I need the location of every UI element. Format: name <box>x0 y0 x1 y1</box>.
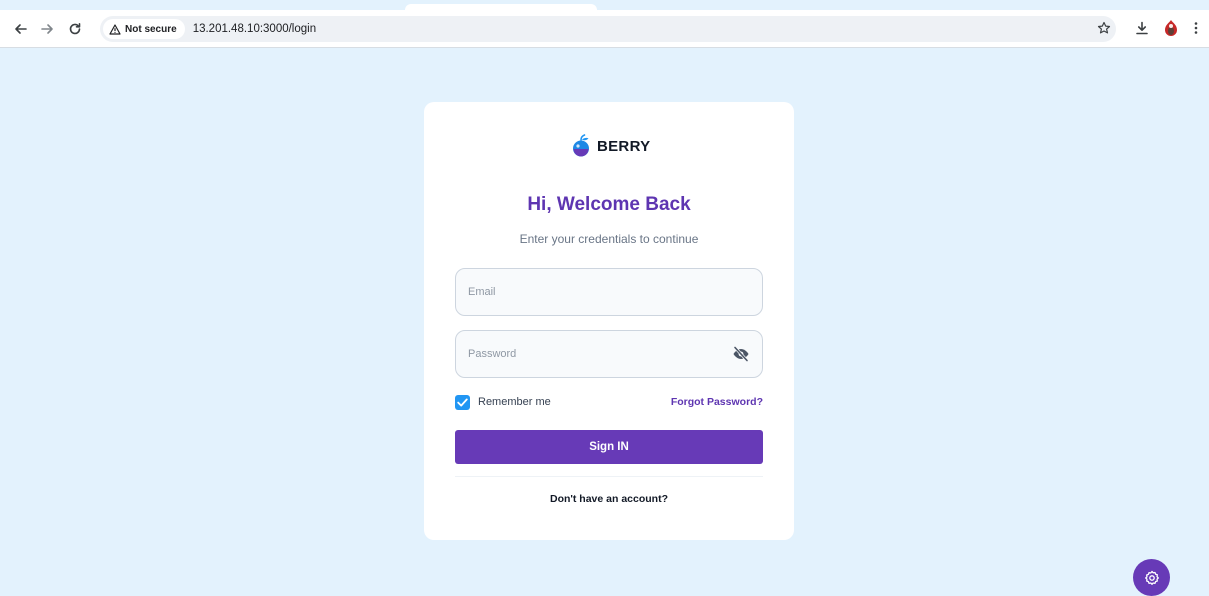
back-arrow-icon[interactable] <box>10 18 32 40</box>
check-icon <box>457 398 468 406</box>
address-bar[interactable]: Not secure 13.201.48.10:3000/login <box>100 16 1116 42</box>
star-icon[interactable] <box>1097 21 1111 38</box>
welcome-title: Hi, Welcome Back <box>527 194 691 215</box>
berry-logo-icon <box>573 134 589 157</box>
download-icon[interactable] <box>1135 21 1149 38</box>
email-input[interactable] <box>468 286 750 298</box>
email-field[interactable] <box>455 268 763 316</box>
settings-fab[interactable] <box>1133 559 1170 596</box>
welcome-subtitle: Enter your credentials to continue <box>519 232 699 246</box>
security-chip[interactable]: Not secure <box>103 19 185 39</box>
profile-avatar-icon[interactable] <box>1163 19 1179 40</box>
divider <box>455 476 763 477</box>
password-field[interactable] <box>455 330 763 378</box>
warning-triangle-icon <box>109 23 121 35</box>
remember-label: Remember me <box>478 396 551 408</box>
signup-link[interactable]: Don't have an account? <box>424 493 794 505</box>
brand-name: BERRY <box>597 137 651 155</box>
password-input[interactable] <box>468 348 732 360</box>
remember-checkbox[interactable] <box>455 394 470 410</box>
reload-icon[interactable] <box>64 18 86 40</box>
forgot-password-link[interactable]: Forgot Password? <box>671 396 763 408</box>
tab-strip <box>0 0 1209 10</box>
gear-icon <box>1144 570 1159 585</box>
forward-arrow-icon[interactable] <box>36 18 58 40</box>
brand-logo: BERRY <box>571 133 650 159</box>
login-card: BERRY Hi, Welcome Back Enter your creden… <box>424 102 794 540</box>
eye-off-icon[interactable] <box>732 345 750 363</box>
sign-in-button[interactable]: Sign IN <box>455 430 763 464</box>
browser-toolbar: Not secure 13.201.48.10:3000/login <box>0 10 1209 48</box>
security-label: Not secure <box>125 23 177 35</box>
kebab-menu-icon[interactable] <box>1193 21 1199 38</box>
url-text[interactable]: 13.201.48.10:3000/login <box>193 23 316 35</box>
remember-me[interactable]: Remember me <box>455 394 551 410</box>
